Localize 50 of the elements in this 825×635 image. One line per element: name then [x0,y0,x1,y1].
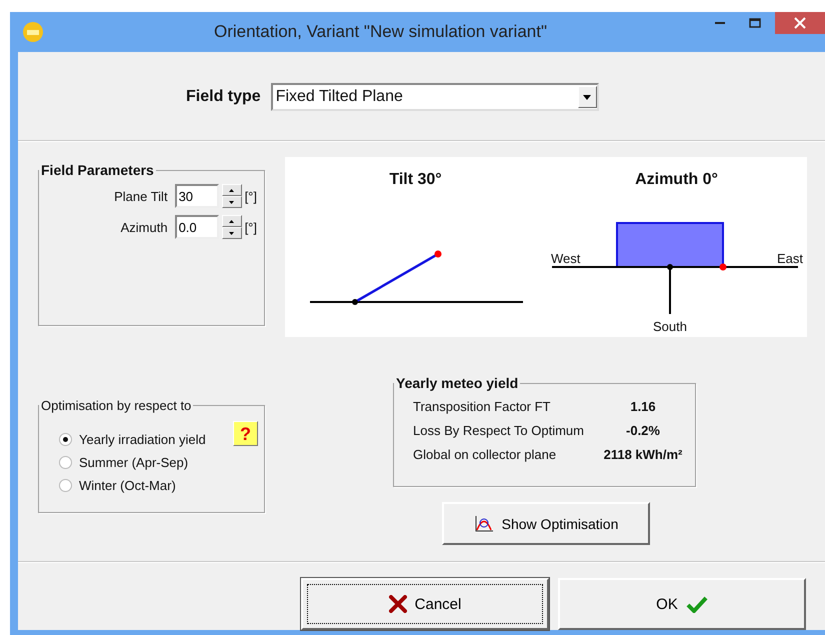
field-type-label: Field type [186,88,261,106]
checkmark-icon [686,595,708,613]
yield-label: Transposition Factor FT [413,399,552,414]
parameter-input[interactable]: 30 [174,184,219,208]
spin-down-button[interactable] [222,196,242,208]
dropdown-arrow-icon [583,94,592,100]
parameter-input[interactable]: 0.0 [174,215,219,239]
ok-button[interactable]: OK [558,578,806,630]
cancel-button[interactable]: Cancel [301,578,549,630]
radio-label: Summer (Apr-Sep) [79,455,188,470]
parameter-label: Azimuth [120,220,168,234]
close-button[interactable] [775,12,825,34]
yield-label: Loss By Respect To Optimum [413,423,585,438]
yield-value: -0.2% [625,423,661,438]
radio-button[interactable] [59,456,72,469]
up-arrow-icon [229,188,234,192]
parameter-label: Plane Tilt [114,188,168,204]
down-arrow-icon [229,232,234,234]
radio-label: Winter (Oct-Mar) [79,478,176,493]
radio-label: Yearly irradiation yield [79,432,206,447]
spin-up-button[interactable] [222,215,242,227]
west-label: West [551,251,580,266]
sun-logo-icon [22,21,44,43]
field-type-dropdown[interactable]: Fixed Tilted Plane [270,83,599,111]
spin-down-button[interactable] [222,227,242,239]
group-title: Optimisation by respect to [40,398,192,413]
maximize-icon [748,18,760,28]
radio-button[interactable] [59,433,72,446]
group-title: Field Parameters [40,162,155,178]
close-icon [794,17,806,29]
yield-value: 2118 kWh/m² [602,447,684,462]
yield-value: 1.16 [629,399,657,414]
up-arrow-icon [229,220,234,222]
down-arrow-icon [229,200,234,204]
minimize-icon [714,21,724,25]
show-optimisation-button[interactable]: Show Optimisation [442,502,650,545]
diagram-title: Azimuth 0° [634,170,719,190]
spin-up-button[interactable] [222,184,242,196]
unit-label: [°] [244,188,257,204]
south-label: South [653,319,687,334]
window-title: Orientation, Variant "New simulation variant" [212,22,548,42]
yield-label: Global on collector plane [413,447,558,462]
east-label: East [776,251,803,266]
help-button[interactable]: ? [233,421,258,446]
group-title: Yearly meteo yield [395,375,520,391]
x-icon [388,595,407,613]
chart-icon [474,514,494,532]
diagram-title: Tilt 30° [388,170,443,190]
unit-label: [°] [244,220,257,234]
radio-button[interactable] [59,479,72,492]
